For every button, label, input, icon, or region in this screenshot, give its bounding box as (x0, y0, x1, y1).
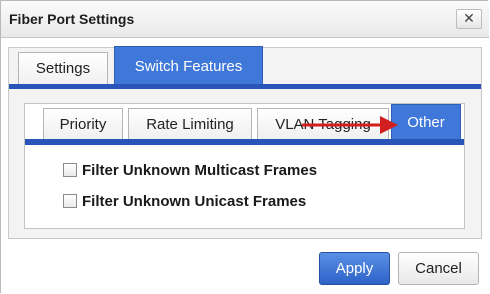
cancel-button[interactable]: Cancel (398, 252, 479, 285)
tab-switch-features[interactable]: Switch Features (114, 46, 263, 85)
tab-other[interactable]: Other (391, 104, 461, 140)
dialog-title: Fiber Port Settings (9, 11, 135, 27)
outer-tab-bar (9, 84, 481, 89)
tab-settings[interactable]: Settings (18, 52, 108, 85)
tab-rate-limiting[interactable]: Rate Limiting (128, 108, 252, 140)
close-icon[interactable]: ✕ (463, 10, 475, 26)
tab-priority[interactable]: Priority (43, 108, 123, 140)
filter-multicast-option[interactable]: Filter Unknown Multicast Frames (63, 160, 317, 180)
filter-multicast-checkbox[interactable] (63, 163, 77, 177)
filter-unicast-label: Filter Unknown Unicast Frames (82, 192, 307, 210)
dialog-titlebar: Fiber Port Settings ✕ (1, 1, 489, 38)
close-button[interactable]: ✕ (456, 9, 482, 29)
inner-tab-bar (25, 139, 464, 145)
filter-unicast-option[interactable]: Filter Unknown Unicast Frames (63, 191, 306, 211)
filter-multicast-label: Filter Unknown Multicast Frames (82, 161, 318, 179)
filter-unicast-checkbox[interactable] (63, 194, 77, 208)
tab-vlan-tagging[interactable]: VLAN Tagging (257, 108, 389, 140)
apply-button[interactable]: Apply (319, 252, 390, 285)
